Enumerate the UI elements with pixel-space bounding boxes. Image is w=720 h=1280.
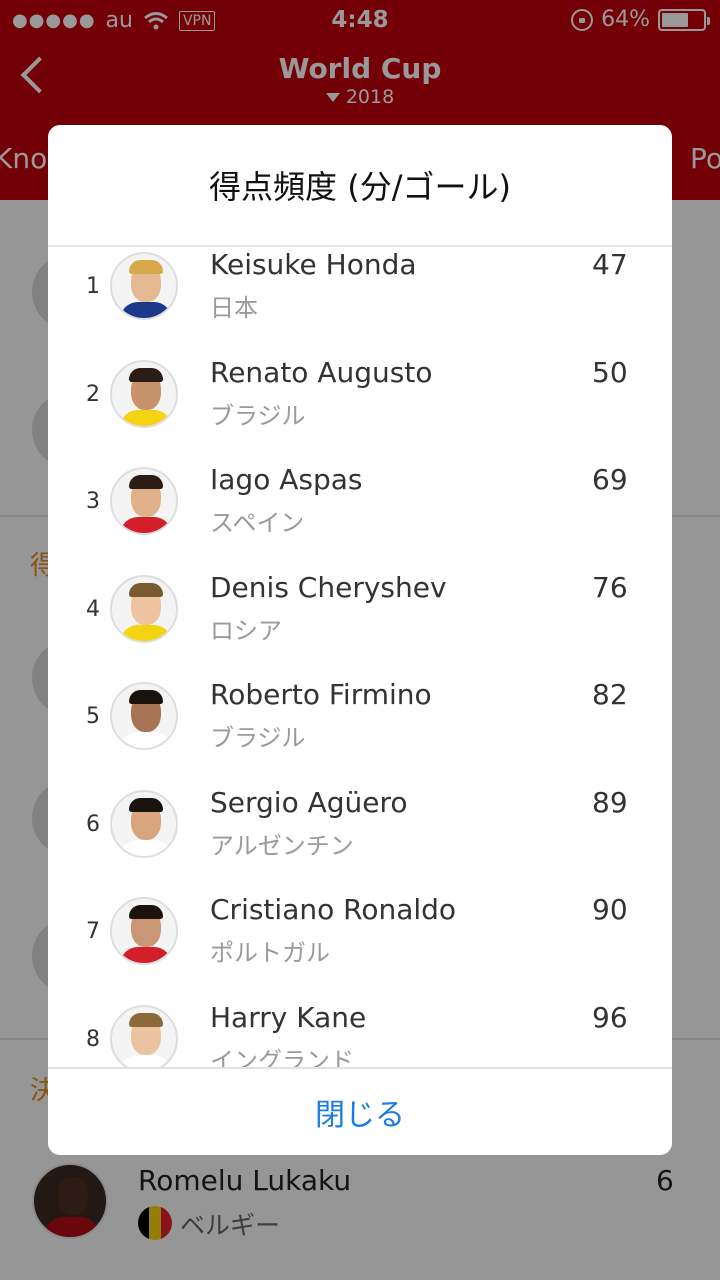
avatar-hair bbox=[129, 1012, 163, 1027]
dialog-title: 得点頻度 (分/ゴール) bbox=[48, 125, 672, 247]
avatar-hair bbox=[129, 475, 163, 489]
player-row[interactable]: 7 Cristiano Ronaldo ポルトガル 90 bbox=[48, 893, 672, 1004]
minutes-per-goal: 76 bbox=[592, 570, 628, 604]
player-row[interactable]: 3 Iago Aspas スペイン 69 bbox=[48, 463, 672, 574]
player-row[interactable]: 4 Denis Cheryshev ロシア 76 bbox=[48, 571, 672, 682]
player-avatar bbox=[110, 897, 178, 965]
player-country: ポルトガル bbox=[210, 939, 330, 967]
avatar-shirt bbox=[120, 947, 172, 963]
avatar-shirt bbox=[120, 732, 172, 748]
player-name: Keisuke Honda bbox=[210, 248, 417, 281]
minutes-per-goal: 96 bbox=[592, 1000, 628, 1034]
close-button[interactable]: 閉じる bbox=[48, 1067, 672, 1155]
player-avatar bbox=[110, 574, 178, 643]
player-row[interactable]: 6 Sergio Agüero アルゼンチン 89 bbox=[48, 786, 672, 897]
avatar-hair bbox=[129, 367, 163, 382]
player-avatar bbox=[110, 252, 178, 320]
player-country: ブラジル bbox=[210, 724, 306, 752]
player-country: イングランド bbox=[210, 1046, 354, 1068]
minutes-per-goal: 47 bbox=[592, 248, 628, 281]
avatar-hair bbox=[129, 690, 163, 704]
avatar-shirt bbox=[120, 517, 172, 533]
player-list[interactable]: 1 Keisuke Honda 日本 47 2 Renato Augusto ブラジル 50 3… bbox=[48, 247, 672, 1067]
player-name: Sergio Agüero bbox=[210, 785, 408, 819]
player-avatar bbox=[110, 1004, 178, 1067]
avatar-hair bbox=[129, 260, 163, 274]
avatar-shirt bbox=[120, 1054, 172, 1067]
player-row[interactable]: 1 Keisuke Honda 日本 47 bbox=[48, 248, 672, 359]
player-row[interactable]: 5 Roberto Firmino ブラジル 82 bbox=[48, 678, 672, 789]
player-country: 日本 bbox=[210, 294, 258, 322]
player-name: Denis Cheryshev bbox=[210, 570, 447, 604]
player-avatar bbox=[110, 467, 178, 535]
rank-number: 3 bbox=[86, 489, 100, 514]
rank-number: 6 bbox=[86, 811, 100, 837]
player-name: Cristiano Ronaldo bbox=[210, 893, 457, 926]
player-country: スペイン bbox=[210, 509, 305, 537]
avatar-hair bbox=[129, 905, 163, 919]
minutes-per-goal: 69 bbox=[592, 463, 628, 496]
minutes-per-goal: 89 bbox=[592, 785, 628, 819]
minutes-per-goal: 90 bbox=[592, 893, 628, 926]
player-row[interactable]: 2 Renato Augusto ブラジル 50 bbox=[48, 356, 672, 467]
rank-number: 4 bbox=[86, 596, 100, 622]
minutes-per-goal: 82 bbox=[592, 678, 628, 711]
player-country: アルゼンチン bbox=[210, 831, 354, 860]
avatar-hair bbox=[129, 797, 163, 812]
player-row[interactable]: 8 Harry Kane イングランド 96 bbox=[48, 1001, 672, 1068]
rank-number: 1 bbox=[86, 274, 100, 299]
avatar-shirt bbox=[120, 409, 172, 426]
player-name: Roberto Firmino bbox=[210, 678, 432, 711]
avatar-shirt bbox=[120, 839, 172, 856]
avatar-hair bbox=[129, 582, 163, 597]
player-name: Iago Aspas bbox=[210, 463, 363, 496]
avatar-shirt bbox=[120, 624, 172, 641]
player-country: ロシア bbox=[210, 616, 282, 645]
rank-number: 5 bbox=[86, 704, 100, 729]
player-name: Harry Kane bbox=[210, 1000, 367, 1034]
scoring-frequency-dialog: 得点頻度 (分/ゴール) 1 Keisuke Honda 日本 47 2 Renato A… bbox=[48, 125, 672, 1155]
rank-number: 7 bbox=[86, 919, 100, 944]
minutes-per-goal: 50 bbox=[592, 355, 628, 389]
player-avatar bbox=[110, 359, 178, 428]
rank-number: 2 bbox=[86, 381, 100, 407]
player-avatar bbox=[110, 682, 178, 750]
rank-number: 8 bbox=[86, 1026, 100, 1052]
player-country: ブラジル bbox=[210, 401, 306, 430]
avatar-shirt bbox=[120, 302, 172, 318]
player-avatar bbox=[110, 789, 178, 858]
player-name: Renato Augusto bbox=[210, 355, 433, 389]
